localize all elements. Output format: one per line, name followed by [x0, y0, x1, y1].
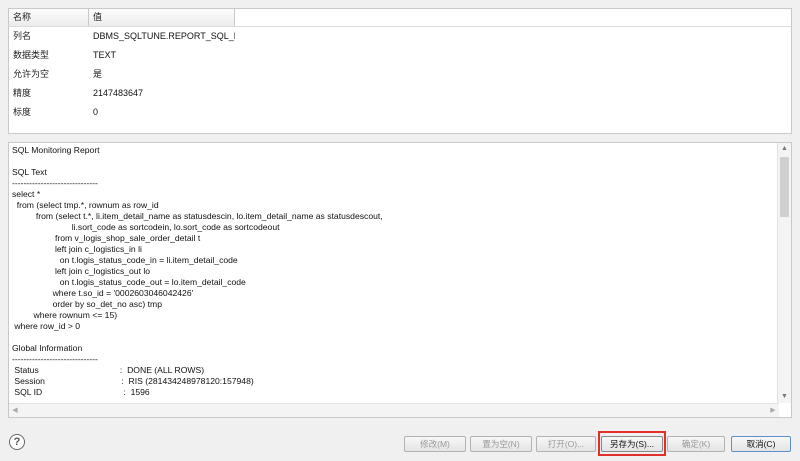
report-text-area[interactable]: SQL Monitoring Report SQL Text ---------… — [8, 142, 792, 418]
modify-button[interactable]: 修改(M) — [404, 436, 466, 452]
properties-header: 名称 值 — [9, 9, 791, 27]
property-label: 精度 — [13, 88, 32, 98]
save-as-highlight — [598, 431, 666, 456]
property-value: 是 — [93, 69, 103, 79]
property-label: 数据类型 — [13, 50, 50, 60]
column-header-value[interactable]: 值 — [89, 9, 235, 26]
property-label: 列名 — [13, 31, 32, 41]
horizontal-scrollbar[interactable]: ◀ ▶ — [9, 403, 779, 417]
column-header-name[interactable]: 名称 — [9, 9, 89, 26]
vertical-scrollbar[interactable]: ▲ ▼ — [777, 143, 791, 403]
property-row-column-name[interactable]: 列名 DBMS_SQLTUNE.REPORT_SQL_MO — [9, 27, 791, 46]
scroll-left-icon[interactable]: ◀ — [9, 404, 21, 417]
property-row-precision[interactable]: 精度 2147483647 — [9, 84, 791, 103]
open-button[interactable]: 打开(O)... — [536, 436, 596, 452]
help-icon[interactable]: ? — [9, 434, 25, 450]
report-text[interactable]: SQL Monitoring Report SQL Text ---------… — [9, 143, 791, 400]
set-null-button[interactable]: 置为空(N) — [470, 436, 532, 452]
cancel-button[interactable]: 取消(C) — [731, 436, 791, 452]
ok-button[interactable]: 确定(K) — [667, 436, 725, 452]
scroll-down-icon[interactable]: ▼ — [778, 391, 791, 403]
property-label: 允许为空 — [13, 69, 50, 79]
scroll-right-icon[interactable]: ▶ — [767, 404, 779, 417]
property-value: DBMS_SQLTUNE.REPORT_SQL_MO — [93, 31, 235, 41]
property-label: 标度 — [13, 107, 32, 117]
scrollbar-thumb[interactable] — [780, 157, 789, 217]
properties-grid: 名称 值 列名 DBMS_SQLTUNE.REPORT_SQL_MO 数据类型 … — [8, 8, 792, 134]
property-value: 0 — [93, 107, 99, 117]
scroll-up-icon[interactable]: ▲ — [778, 143, 791, 155]
property-value: TEXT — [93, 50, 117, 60]
property-row-nullable[interactable]: 允许为空 是 — [9, 65, 791, 84]
property-value: 2147483647 — [93, 88, 144, 98]
property-row-data-type[interactable]: 数据类型 TEXT — [9, 46, 791, 65]
property-row-scale[interactable]: 标度 0 — [9, 103, 791, 122]
